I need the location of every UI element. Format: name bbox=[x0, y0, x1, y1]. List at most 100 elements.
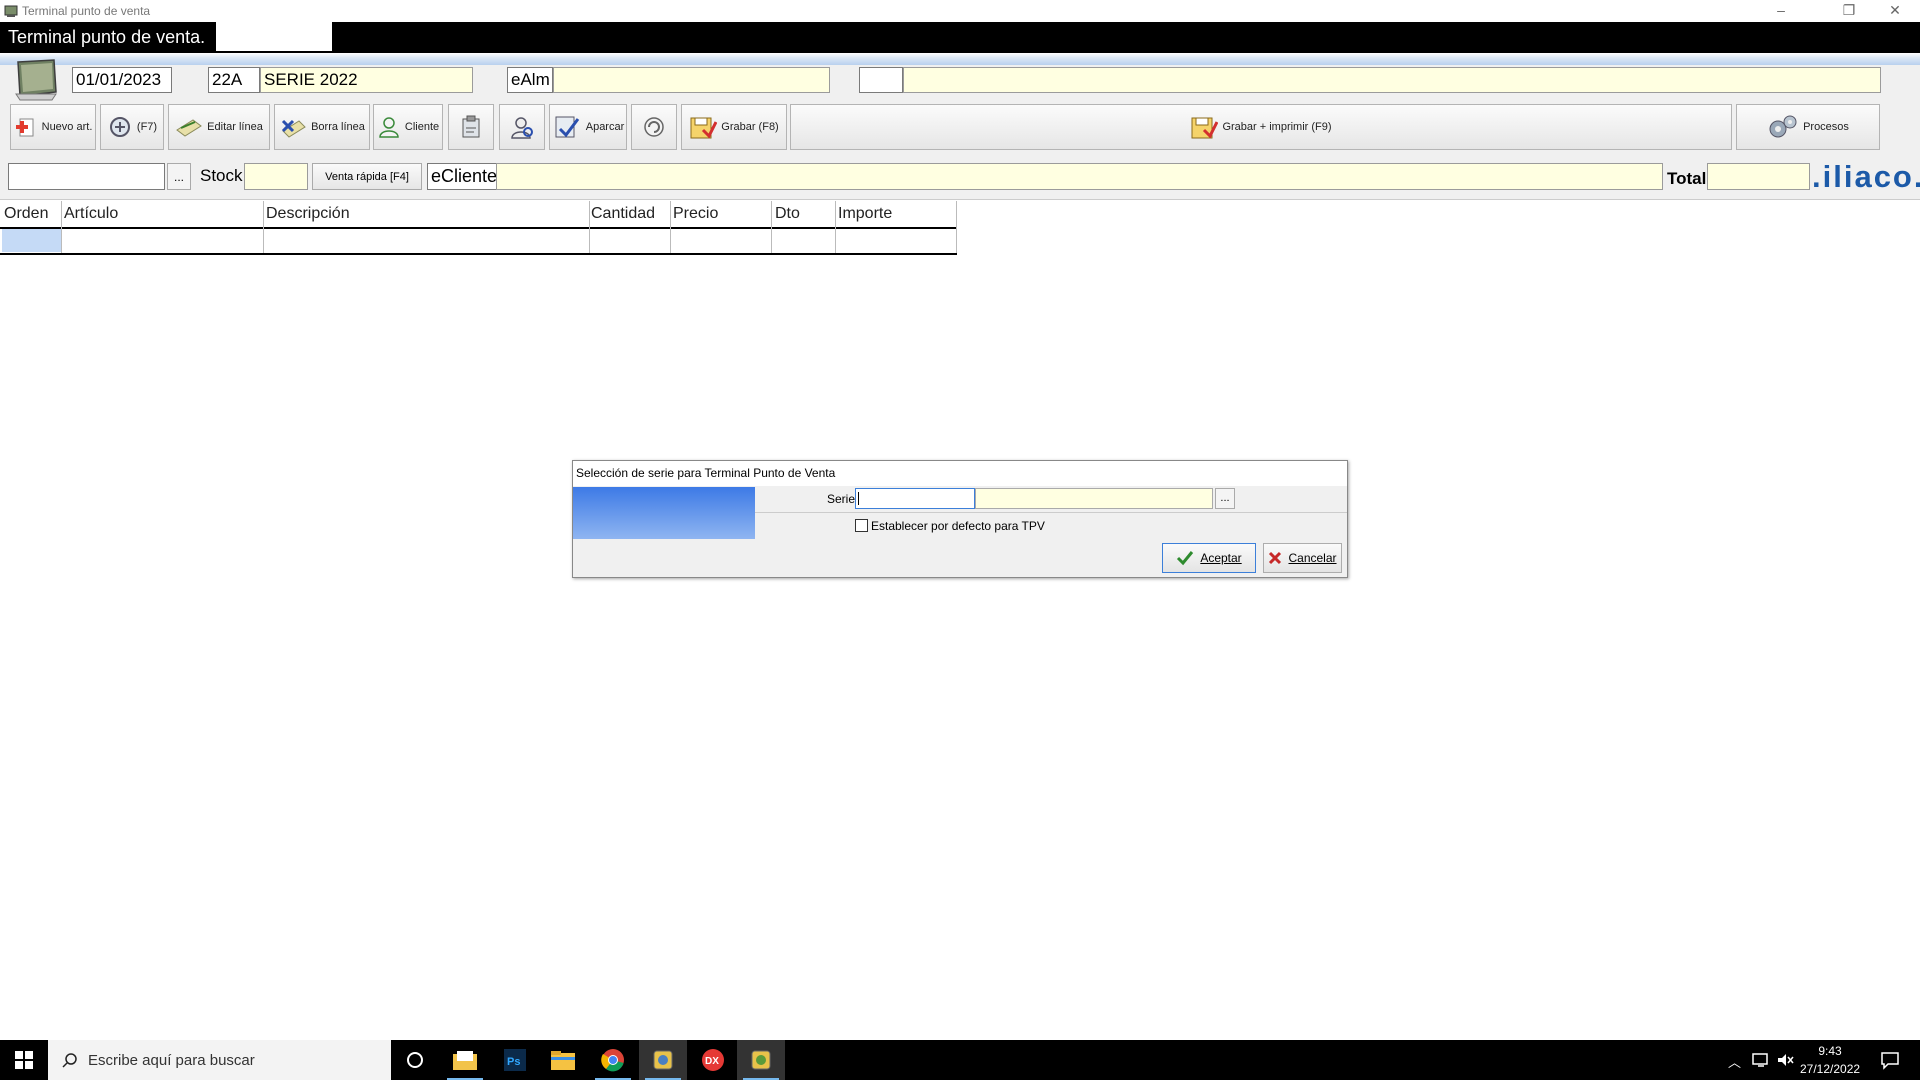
col-sep bbox=[956, 201, 957, 253]
start-button[interactable] bbox=[0, 1040, 48, 1080]
row-underline bbox=[0, 253, 957, 255]
clock-time: 9:43 bbox=[1818, 1044, 1842, 1058]
col-sep bbox=[670, 201, 671, 253]
refresh-icon bbox=[644, 117, 664, 137]
tpv-app-icon bbox=[751, 1050, 771, 1070]
borra-linea-button[interactable]: Borra línea bbox=[274, 104, 370, 150]
column-descripcion[interactable]: Descripción bbox=[266, 205, 350, 223]
clipboard-icon bbox=[462, 115, 480, 138]
taskbar-app-mail[interactable] bbox=[441, 1040, 489, 1080]
taskbar-search-box[interactable]: Escribe aquí para buscar bbox=[48, 1040, 391, 1080]
date-field[interactable]: 01/01/2023 bbox=[72, 67, 172, 93]
dialog-separator bbox=[755, 512, 1347, 513]
procesos-button[interactable]: Procesos bbox=[1736, 104, 1880, 150]
restore-icon[interactable]: ❐ bbox=[1826, 0, 1872, 22]
column-importe[interactable]: Importe bbox=[838, 205, 892, 223]
header-title: Terminal punto de venta. bbox=[8, 27, 206, 47]
grabar-imprimir-button[interactable]: Grabar + imprimir (F9) bbox=[790, 104, 1732, 150]
network-icon[interactable] bbox=[1752, 1052, 1770, 1068]
dialog-serie-name bbox=[975, 488, 1213, 509]
taskbar-app-tpv[interactable] bbox=[639, 1040, 687, 1080]
cancel-button[interactable]: Cancelar bbox=[1263, 543, 1342, 573]
column-articulo[interactable]: Artículo bbox=[64, 205, 118, 223]
table-row-selected-cell[interactable] bbox=[2, 229, 61, 252]
almacen-name-field bbox=[553, 67, 830, 93]
edit-line-icon bbox=[176, 119, 203, 137]
serie-code-field[interactable]: 22A bbox=[208, 67, 260, 93]
park-icon bbox=[555, 116, 579, 138]
refresh-button[interactable] bbox=[631, 104, 677, 150]
notifications-icon[interactable] bbox=[1880, 1050, 1900, 1070]
taskbar-app-dx[interactable]: DX bbox=[689, 1040, 737, 1080]
grabar-button[interactable]: Grabar (F8) bbox=[681, 104, 787, 150]
cliente-button[interactable]: Cliente bbox=[373, 104, 443, 150]
save-icon bbox=[690, 117, 718, 139]
col-sep bbox=[589, 201, 590, 253]
taskbar-app-chrome[interactable] bbox=[589, 1040, 637, 1080]
almacen-code-field[interactable]: eAlm bbox=[507, 67, 553, 93]
stock-value bbox=[244, 163, 308, 190]
svg-text:DX: DX bbox=[705, 1056, 719, 1067]
f7-label: (F7) bbox=[136, 121, 158, 133]
gears-icon bbox=[1769, 115, 1797, 138]
grabar-imprimir-label: Grabar + imprimir (F9) bbox=[1222, 121, 1332, 133]
grid-area bbox=[0, 199, 1920, 1040]
minimize-icon[interactable]: – bbox=[1758, 0, 1804, 22]
venta-rapida-button[interactable]: Venta rápida [F4] bbox=[312, 163, 422, 190]
header-blank-box bbox=[216, 22, 332, 51]
article-code-input[interactable] bbox=[8, 163, 165, 190]
procesos-label: Procesos bbox=[1803, 121, 1849, 133]
photoshop-icon: Ps bbox=[504, 1049, 526, 1071]
column-orden[interactable]: Orden bbox=[4, 205, 48, 223]
col-sep bbox=[835, 201, 836, 253]
article-browse-button[interactable]: ... bbox=[167, 163, 191, 190]
column-precio[interactable]: Precio bbox=[673, 205, 718, 223]
folder-mail-icon bbox=[453, 1051, 477, 1070]
dialog-serie-browse-button[interactable]: ... bbox=[1215, 488, 1235, 509]
cliente-code-field[interactable]: eCliente bbox=[427, 163, 497, 190]
task-view-button[interactable] bbox=[391, 1040, 439, 1080]
accept-button[interactable]: Aceptar bbox=[1162, 543, 1256, 573]
dialog-serie-input[interactable] bbox=[855, 488, 975, 509]
aparcar-label: Aparcar bbox=[585, 121, 625, 133]
cliente-name-field bbox=[496, 163, 1663, 190]
column-dto[interactable]: Dto bbox=[775, 205, 800, 223]
nuevo-articulo-label: Nuevo art. bbox=[41, 121, 93, 133]
column-cantidad[interactable]: Cantidad bbox=[591, 205, 655, 223]
window-title-bar: Terminal punto de venta – ❐ ✕ bbox=[0, 0, 1920, 22]
volume-muted-icon[interactable] bbox=[1776, 1052, 1794, 1068]
default-tpv-checkbox[interactable] bbox=[855, 519, 868, 532]
dx-icon: DX bbox=[702, 1049, 724, 1071]
tpv-app-icon bbox=[653, 1050, 673, 1070]
delete-line-icon bbox=[282, 119, 306, 138]
borra-linea-label: Borra línea bbox=[311, 121, 365, 133]
save-print-icon bbox=[1191, 117, 1219, 139]
f7-button[interactable]: (F7) bbox=[100, 104, 164, 150]
serie-label: Serie bbox=[827, 492, 856, 506]
extra-name-field bbox=[903, 67, 1881, 93]
close-icon[interactable]: ✕ bbox=[1872, 0, 1918, 22]
taskbar-clock[interactable]: 9:43 27/12/2022 bbox=[1800, 1042, 1860, 1078]
chrome-icon bbox=[601, 1049, 624, 1072]
extra-code-field[interactable] bbox=[859, 67, 903, 93]
total-label: Total bbox=[1667, 169, 1707, 188]
taskbar-app-tpv-2[interactable] bbox=[737, 1040, 785, 1080]
cliente-label: Cliente bbox=[404, 121, 440, 133]
serie-selection-dialog: Selección de serie para Terminal Punto d… bbox=[572, 460, 1348, 578]
aparcar-button[interactable]: Aparcar bbox=[549, 104, 627, 150]
svg-text:Ps: Ps bbox=[507, 1056, 520, 1068]
col-sep bbox=[263, 201, 264, 253]
tray-chevron-icon[interactable]: ︿ bbox=[1728, 1052, 1741, 1071]
user-icon bbox=[379, 117, 399, 138]
taskbar-app-photoshop[interactable]: Ps bbox=[491, 1040, 539, 1080]
clipboard-button[interactable] bbox=[448, 104, 494, 150]
nuevo-articulo-button[interactable]: Nuevo art. bbox=[10, 104, 96, 150]
stock-label: Stock bbox=[200, 166, 243, 185]
file-explorer-icon bbox=[551, 1051, 575, 1070]
default-tpv-label: Establecer por defecto para TPV bbox=[871, 519, 1045, 533]
header-separator bbox=[0, 53, 1920, 65]
search-user-button[interactable] bbox=[499, 104, 545, 150]
check-icon bbox=[1177, 551, 1194, 566]
taskbar-app-explorer[interactable] bbox=[539, 1040, 587, 1080]
editar-linea-button[interactable]: Editar línea bbox=[168, 104, 270, 150]
